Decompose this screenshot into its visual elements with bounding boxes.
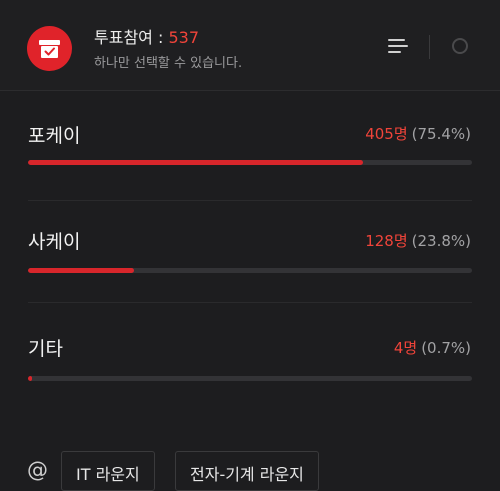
option-percent: (23.8%) [411,232,471,250]
poll-option-1[interactable]: 포케이 405명 (75.4%) [0,90,500,210]
option-votes: 405명 [365,125,408,143]
poll-header: 투표참여 : 537 하나만 선택할 수 있습니다. [0,0,500,91]
option-votes: 128명 [365,232,408,250]
tag-electronics-lounge[interactable]: 전자-기계 라운지 [175,451,319,491]
vote-count: 537 [168,28,199,47]
tag-it-lounge[interactable]: IT 라운지 [61,451,155,491]
poll-title-label: 투표참여 : [94,28,169,47]
option-progress-fill [28,160,363,165]
option-progress-fill [28,268,134,273]
option-percent: (75.4%) [411,125,471,143]
option-label: 기타 [28,338,63,360]
option-votes: 4명 [393,339,418,357]
option-stats: 4명 (0.7%) [394,337,471,358]
option-progress-bar [28,160,472,165]
poll-option-2[interactable]: 사케이 128명 (23.8%) [0,200,500,305]
poll-title: 투표참여 : 537 [94,24,199,48]
option-label: 포케이 [28,125,81,147]
ballot-box-icon [27,26,72,71]
option-progress-bar [28,268,472,273]
option-stats: 128명 (23.8%) [365,230,471,251]
option-progress-fill [28,376,32,381]
option-label: 사케이 [28,231,81,253]
menu-lines-icon[interactable] [387,36,409,58]
poll-subtitle: 하나만 선택할 수 있습니다. [94,56,243,71]
option-progress-bar [28,376,472,381]
poll-option-3[interactable]: 기타 4명 (0.7%) [0,302,500,412]
at-icon: @ [27,458,48,482]
option-percent: (0.7%) [421,339,471,357]
radio-circle-icon[interactable] [452,38,468,54]
option-stats: 405명 (75.4%) [365,123,471,144]
header-divider [429,35,430,59]
